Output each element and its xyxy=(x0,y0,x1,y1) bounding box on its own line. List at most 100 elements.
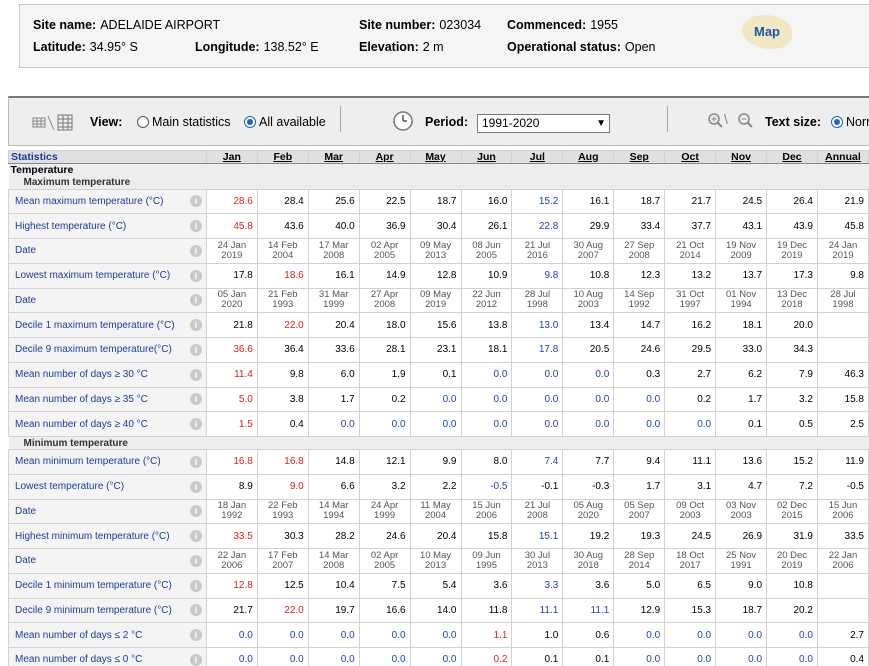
month-header-nov[interactable]: Nov xyxy=(715,150,768,164)
row-label-cell[interactable]: Highest minimum temperature (°C) i xyxy=(8,523,207,549)
value-cell: 43.1 xyxy=(715,213,768,239)
commenced-label: Commenced: xyxy=(507,18,587,32)
table-row: Date i 18 Jan 1992 22 Feb 1993 14 Mar 1994 24… xyxy=(8,498,869,525)
value-cell: 37.7 xyxy=(664,213,717,239)
info-icon[interactable]: i xyxy=(189,604,202,617)
value-cell: 1.0 xyxy=(511,622,564,648)
row-label-cell[interactable]: Date i xyxy=(8,548,207,574)
value-cell: 21.8 xyxy=(205,312,258,338)
info-icon[interactable]: i xyxy=(189,653,202,666)
row-label-cell[interactable]: Decile 9 maximum temperature(°C) i xyxy=(8,337,207,363)
value-cell: 1.5 xyxy=(205,411,258,437)
row-label-cell[interactable]: Mean number of days ≥ 40 °C i xyxy=(8,411,207,437)
info-icon[interactable]: i xyxy=(189,244,202,257)
row-label: Date xyxy=(15,245,37,257)
month-header-jan[interactable]: Jan xyxy=(205,150,258,164)
value-cell: 10.8 xyxy=(766,572,818,599)
statistics-header: Statistics xyxy=(8,150,207,164)
date-cell: 19 Nov 2009 xyxy=(715,238,768,264)
value-cell: 20.0 xyxy=(766,312,818,338)
month-header-oct[interactable]: Oct xyxy=(664,150,717,164)
info-icon[interactable]: i xyxy=(189,455,202,468)
date-cell: 05 Jan 2020 xyxy=(205,287,258,314)
month-header-label: Jan xyxy=(222,151,241,163)
info-icon[interactable]: i xyxy=(189,629,202,642)
date-cell: 14 Mar 2008 xyxy=(307,548,360,574)
month-header-sep[interactable]: Sep xyxy=(613,150,666,164)
row-label-cell[interactable]: Date i xyxy=(8,498,207,525)
value-cell: 28.4 xyxy=(256,188,309,215)
table-body: Statistics Jan Feb Mar Apr May Jun Jul Aug Sep Oct… xyxy=(8,150,869,666)
value-cell: 28.1 xyxy=(358,337,411,363)
row-label-cell[interactable]: Mean number of days ≤ 2 °C i xyxy=(8,622,207,648)
value-cell: 21.7 xyxy=(205,597,258,624)
row-label-cell[interactable]: Mean maximum temperature (°C) i xyxy=(8,188,207,215)
month-header-annual[interactable]: Annual xyxy=(816,150,869,164)
row-label-cell[interactable]: Mean number of days ≥ 35 °C i xyxy=(8,386,207,413)
info-icon[interactable]: i xyxy=(189,343,202,356)
value-cell: 5.0 xyxy=(205,386,258,413)
info-icon[interactable]: i xyxy=(189,480,202,493)
row-label-cell[interactable]: Decile 1 minimum temperature (°C) i xyxy=(8,572,207,599)
text-size-normal-radio[interactable]: Norm xyxy=(831,115,869,129)
info-icon[interactable]: i xyxy=(189,319,202,332)
period-select[interactable]: 1991-2020 ▼ xyxy=(477,114,610,133)
row-label-cell[interactable]: Date i xyxy=(8,238,207,264)
info-icon[interactable]: i xyxy=(189,579,202,592)
row-label-cell[interactable]: Decile 9 minimum temperature (°C) i xyxy=(8,597,207,624)
value-cell: 10.8 xyxy=(562,262,615,289)
value-cell: 1.7 xyxy=(715,386,768,413)
info-icon[interactable]: i xyxy=(189,505,202,518)
row-label-cell[interactable]: Mean number of days ≥ 30 °C i xyxy=(8,361,207,388)
value-cell: 0.0 xyxy=(358,622,411,648)
month-header-apr[interactable]: Apr xyxy=(358,150,411,164)
date-cell: 31 Mar 1999 xyxy=(307,287,360,314)
month-header-label: Dec xyxy=(782,151,802,163)
row-label-cell[interactable]: Lowest temperature (°C) i xyxy=(8,473,207,500)
month-header-jun[interactable]: Jun xyxy=(460,150,513,164)
month-header-feb[interactable]: Feb xyxy=(256,150,309,164)
row-label-cell[interactable]: Date i xyxy=(8,287,207,314)
info-icon[interactable]: i xyxy=(189,220,202,233)
value-cell: 31.9 xyxy=(766,523,818,549)
month-header-aug[interactable]: Aug xyxy=(562,150,615,164)
section-row: Maximum temperature xyxy=(8,176,869,189)
info-icon[interactable]: i xyxy=(189,195,202,208)
row-label-cell[interactable]: Mean number of days ≤ 0 °C i xyxy=(8,647,207,666)
map-link[interactable]: Map xyxy=(742,15,792,49)
table-row: Highest temperature (°C) i 45.8 43.6 40.0 36.… xyxy=(8,213,869,239)
row-label: Date xyxy=(15,555,37,567)
date-cell: 21 Jul 2016 xyxy=(511,238,564,264)
value-cell: 0.4 xyxy=(816,647,869,666)
month-header-mar[interactable]: Mar xyxy=(307,150,360,164)
toolbar-divider xyxy=(667,106,668,132)
row-label-cell[interactable]: Highest temperature (°C) i xyxy=(8,213,207,239)
zoom-out-icon[interactable] xyxy=(737,112,753,133)
month-header-jul[interactable]: Jul xyxy=(511,150,564,164)
info-icon[interactable]: i xyxy=(189,418,202,431)
info-icon[interactable]: i xyxy=(189,294,202,307)
value-cell: 26.9 xyxy=(715,523,768,549)
info-icon[interactable]: i xyxy=(189,368,202,381)
latitude-field: Latitude: 34.95° S xyxy=(33,40,138,54)
value-cell: 13.8 xyxy=(460,312,513,338)
row-label-cell[interactable]: Decile 1 maximum temperature (°C) i xyxy=(8,312,207,338)
value-cell: 6.0 xyxy=(307,361,360,388)
operational-status-label: Operational status: xyxy=(507,40,621,54)
view-main-statistics-radio[interactable]: Main statistics xyxy=(137,115,231,129)
month-header-dec[interactable]: Dec xyxy=(766,150,818,164)
info-icon[interactable]: i xyxy=(189,554,202,567)
row-label-cell[interactable]: Lowest maximum temperature (°C) i xyxy=(8,262,207,289)
month-header-may[interactable]: May xyxy=(409,150,462,164)
row-label-cell[interactable]: Mean minimum temperature (°C) i xyxy=(8,449,207,475)
date-cell: 09 May 2019 xyxy=(409,287,462,314)
table-row: Mean number of days ≤ 0 °C i 0.0 0.0 0.0 0.0 0… xyxy=(8,647,869,666)
info-icon[interactable]: i xyxy=(189,530,202,543)
table-view-icon[interactable] xyxy=(31,113,75,136)
zoom-in-icon[interactable] xyxy=(707,112,723,133)
operational-status-field: Operational status: Open xyxy=(507,40,656,54)
info-icon[interactable]: i xyxy=(189,393,202,406)
info-icon[interactable]: i xyxy=(189,269,202,282)
view-all-available-radio[interactable]: All available xyxy=(244,115,326,129)
value-cell: 3.8 xyxy=(256,386,309,413)
